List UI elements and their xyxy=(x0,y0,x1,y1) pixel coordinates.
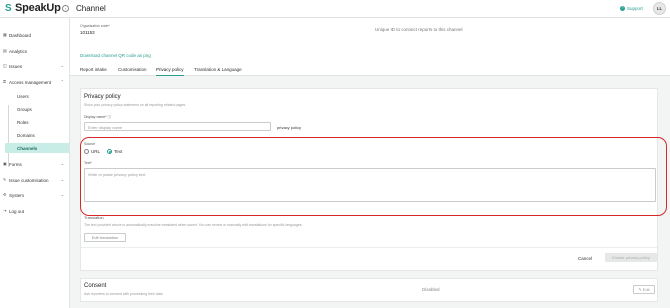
sidebar-item-label: Log out xyxy=(9,208,25,214)
sidebar-item-logout[interactable]: ⇥ Log out xyxy=(3,206,67,216)
tab-bar: Report intake Customisation Privacy poli… xyxy=(70,65,670,76)
logo: S SpeakUp xyxy=(5,2,61,15)
source-url-radio[interactable]: URL xyxy=(84,149,100,154)
display-name-label: Display name* ⓘ xyxy=(84,115,112,119)
chevron-down-icon: ⌄ xyxy=(60,161,64,166)
source-label: Source xyxy=(84,142,96,146)
system-icon: ⚙ xyxy=(3,192,7,197)
card-description: Show your privacy policy statement on al… xyxy=(84,103,187,107)
sidebar-item-label: Issues xyxy=(9,63,23,69)
consent-status: Disabled xyxy=(422,287,440,292)
sidebar-item-roles[interactable]: Roles xyxy=(5,117,69,127)
org-code-hint: Unique ID to connect reports to this cha… xyxy=(375,27,463,32)
policy-text-label: Text* xyxy=(84,161,92,165)
sidebar: ▦ Dashboard ▤ Analytics ◫ Issues ⌄ ⚿ Acc… xyxy=(0,18,70,308)
radio-label: URL xyxy=(91,149,101,154)
consent-title: Consent xyxy=(84,283,107,289)
issues-icon: ◫ xyxy=(3,63,7,68)
support-link[interactable]: ? Support xyxy=(620,6,643,11)
analytics-icon: ▤ xyxy=(3,48,7,53)
privacy-policy-card: Privacy policy Show your privacy policy … xyxy=(80,88,658,271)
speakup-logo-icon: S xyxy=(5,3,12,14)
display-name-input[interactable]: Enter display name xyxy=(84,122,271,131)
logout-icon: ⇥ xyxy=(3,208,7,213)
radio-unchecked-icon xyxy=(84,149,89,154)
divider xyxy=(81,247,657,248)
chevron-down-icon: ⌄ xyxy=(60,177,64,182)
customisation-icon: ✎ xyxy=(3,177,7,182)
policy-text-input[interactable]: Write or paste privacy policy text xyxy=(84,168,656,202)
sidebar-collapse-icon[interactable]: ‹ xyxy=(62,5,69,12)
sidebar-item-dashboard[interactable]: ▦ Dashboard xyxy=(3,30,67,40)
consent-card: Consent Ask reporters to consent with pr… xyxy=(80,278,658,302)
page-title: Channel xyxy=(76,4,106,13)
translation-description: The text provided above is automatically… xyxy=(84,223,303,227)
sidebar-item-access-management[interactable]: ⚿ Access management ⌃ xyxy=(3,77,67,87)
sidebar-item-label: Analytics xyxy=(9,48,28,54)
org-code-label: Organisation code* xyxy=(80,24,110,28)
sidebar-item-domains[interactable]: Domains xyxy=(5,130,69,140)
chevron-up-icon: ⌃ xyxy=(60,79,64,84)
sidebar-item-label: Access management xyxy=(9,79,52,85)
sidebar-item-label: Forms xyxy=(9,161,22,167)
radio-label: Text xyxy=(114,149,123,154)
sidebar-item-label: Issue customisation xyxy=(9,177,49,183)
sidebar-item-channels[interactable]: Channels xyxy=(5,143,69,153)
dashboard-icon: ▦ xyxy=(3,32,7,37)
sidebar-item-issue-customisation[interactable]: ✎ Issue customisation ⌄ xyxy=(3,175,67,185)
tab-content: Privacy policy Show your privacy policy … xyxy=(70,76,670,308)
access-icon: ⚿ xyxy=(3,79,7,84)
sidebar-item-groups[interactable]: Groups xyxy=(5,104,69,114)
card-title: Privacy policy xyxy=(84,94,121,100)
tab-report-intake[interactable]: Report intake xyxy=(80,67,107,76)
display-name-suffix: privacy policy xyxy=(277,125,302,130)
support-label: Support xyxy=(627,6,643,11)
tab-customisation[interactable]: Customisation xyxy=(118,67,147,76)
consent-description: Ask reporters to consent with processing… xyxy=(84,292,163,296)
support-icon: ? xyxy=(620,6,625,11)
sidebar-item-system[interactable]: ⚙ System ⌄ xyxy=(3,190,67,200)
sidebar-item-issues[interactable]: ◫ Issues ⌄ xyxy=(3,61,67,71)
download-qr-link[interactable]: Download channel QR code as png xyxy=(80,53,151,58)
radio-checked-icon xyxy=(107,149,112,154)
sidebar-item-label: Dashboard xyxy=(9,32,32,38)
logo-text: SpeakUp xyxy=(15,2,61,14)
sidebar-item-users[interactable]: Users xyxy=(5,91,69,101)
consent-edit-button[interactable]: ✎ Edit xyxy=(633,285,655,294)
enable-privacy-policy-button[interactable]: Enable privacy policy xyxy=(605,253,657,262)
forms-icon: ▣ xyxy=(3,161,7,166)
org-code-value: 101153 xyxy=(80,30,95,35)
sidebar-item-label: System xyxy=(9,192,25,198)
avatar[interactable]: LL xyxy=(653,2,666,15)
chevron-down-icon: ⌄ xyxy=(60,192,64,197)
translation-label: Translation xyxy=(84,215,104,220)
top-header: S SpeakUp ‹ Channel ? Support LL xyxy=(0,0,670,18)
chevron-down-icon: ⌄ xyxy=(60,63,64,68)
sidebar-item-analytics[interactable]: ▤ Analytics xyxy=(3,46,67,56)
tab-translation-language[interactable]: Translation & Language xyxy=(194,67,242,76)
source-text-radio[interactable]: Text xyxy=(107,149,122,154)
edit-translation-button[interactable]: Edit translation xyxy=(84,233,126,242)
sidebar-item-forms[interactable]: ▣ Forms ⌄ xyxy=(3,159,67,169)
tab-privacy-policy[interactable]: Privacy policy xyxy=(156,67,184,76)
cancel-button[interactable]: Cancel xyxy=(578,256,592,261)
main-content: Organisation code* 101153 Unique ID to c… xyxy=(70,18,670,308)
